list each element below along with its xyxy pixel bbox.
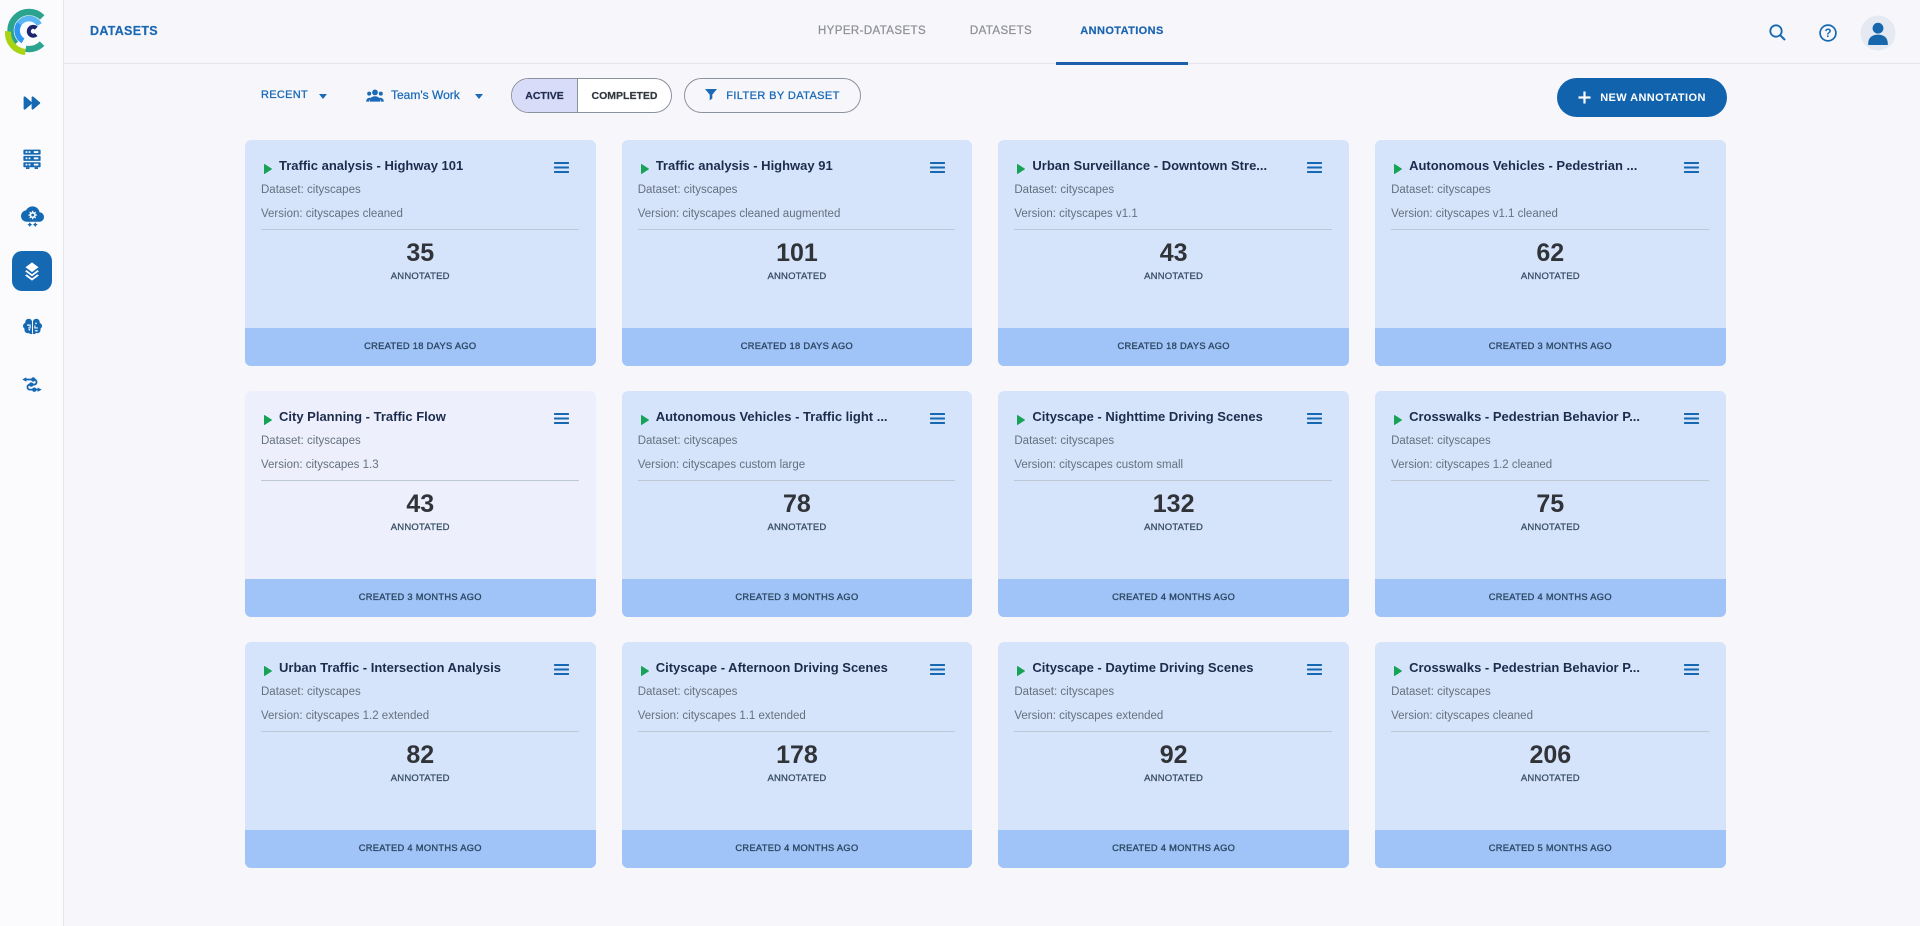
svg-text:?: ?: [1824, 28, 1831, 40]
